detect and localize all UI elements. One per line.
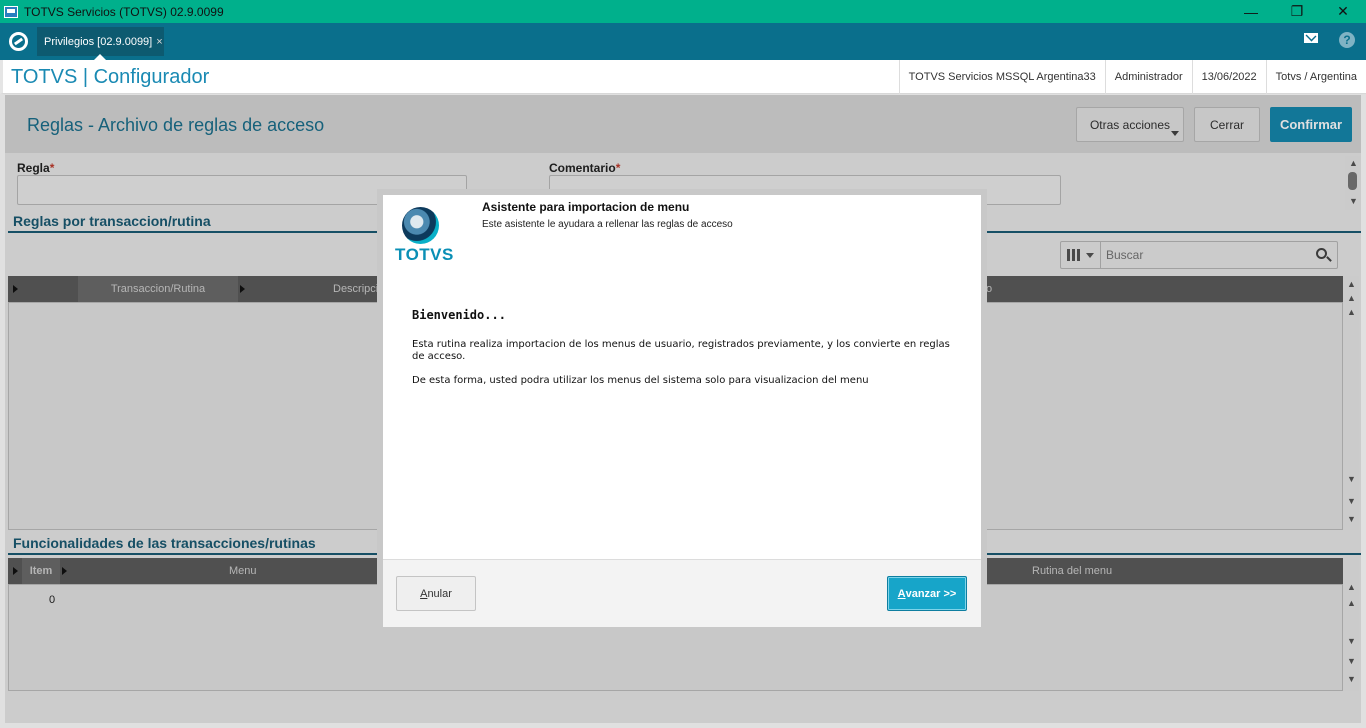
mail-icon[interactable] <box>1304 33 1318 43</box>
tab-bar: Privilegios [02.9.0099] × ? <box>0 23 1366 60</box>
import-wizard-dialog: TOTVS Asistente para importacion de menu… <box>383 195 981 627</box>
close-window-button[interactable]: ✕ <box>1320 0 1366 23</box>
dialog-footer: Anular Avanzar >> <box>383 559 981 627</box>
dialog-title: Asistente para importacion de menu <box>482 200 690 214</box>
description-paragraph-2: De esta forma, usted podra utilizar los … <box>412 375 869 386</box>
cancel-button[interactable]: Anular <box>396 576 476 611</box>
tab-close-icon[interactable]: × <box>156 36 162 48</box>
totvs-logo-icon <box>402 207 439 244</box>
tab-label: Privilegios [02.9.0099] <box>44 35 153 48</box>
window-title: TOTVS Servicios (TOTVS) 02.9.0099 <box>24 4 224 19</box>
help-icon[interactable]: ? <box>1339 32 1355 48</box>
next-button[interactable]: Avanzar >> <box>887 576 967 611</box>
date-label: 13/06/2022 <box>1191 60 1266 94</box>
environment-label: TOTVS Servicios MSSQL Argentina33 <box>898 60 1105 94</box>
window-title-bar: TOTVS Servicios (TOTVS) 02.9.0099 — ❐ ✕ <box>0 0 1366 23</box>
dialog-subtitle: Este asistente le ayudara a rellenar las… <box>482 219 733 230</box>
tab-privilegios[interactable]: Privilegios [02.9.0099] × <box>37 27 164 60</box>
home-icon[interactable] <box>9 32 28 51</box>
welcome-text: Bienvenido... <box>412 308 506 322</box>
company-label: Totvs / Argentina <box>1265 60 1366 94</box>
minimize-button[interactable]: — <box>1228 0 1274 23</box>
description-paragraph-1: Esta rutina realiza importacion de los m… <box>412 339 950 362</box>
app-icon <box>4 5 18 18</box>
user-label: Administrador <box>1104 60 1192 94</box>
app-brand: TOTVS | Configurador <box>11 66 210 88</box>
app-header: TOTVS | Configurador TOTVS Servicios MSS… <box>0 60 1366 94</box>
logo-text: TOTVS <box>395 245 454 264</box>
restore-button[interactable]: ❐ <box>1274 0 1320 23</box>
